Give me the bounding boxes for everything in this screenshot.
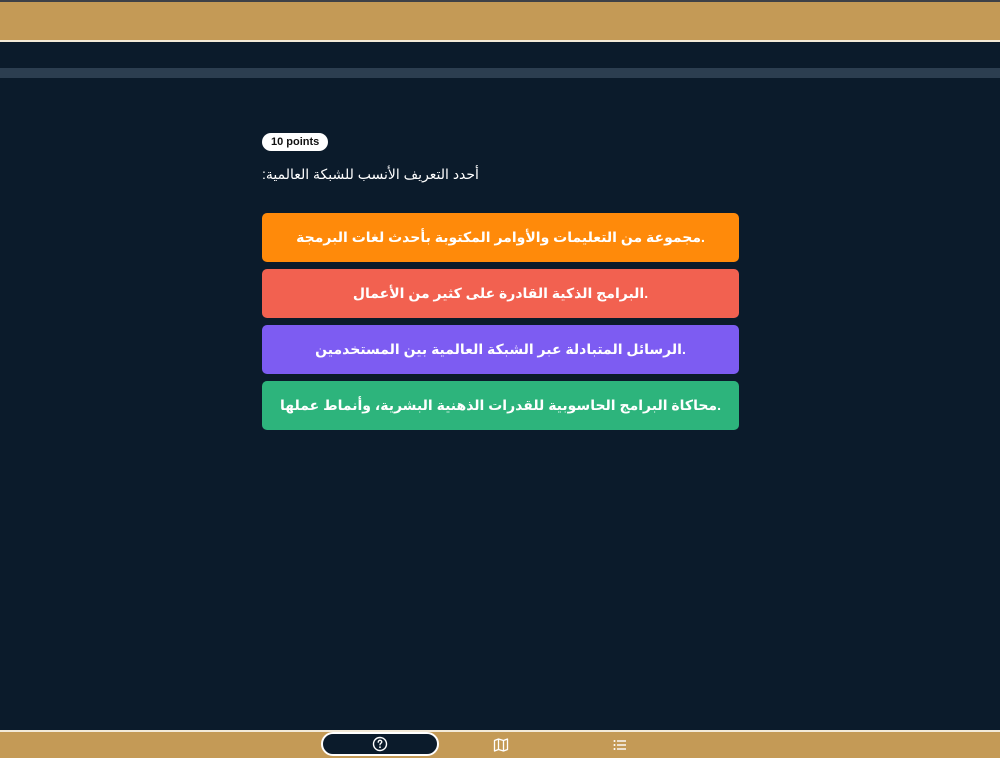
answer-option-3[interactable]: الرسائل المتبادلة عبر الشبكة العالمية بي… — [262, 325, 739, 374]
answer-option-1[interactable]: مجموعة من التعليمات والأوامر المكتوبة بأ… — [262, 213, 739, 262]
answer-option-2[interactable]: البرامج الذكية القادرة على كثير من الأعم… — [262, 269, 739, 318]
points-badge: 10 points — [262, 133, 329, 151]
answer-option-4[interactable]: محاكاة البرامج الحاسوبية للقدرات الذهنية… — [262, 381, 739, 430]
question-circle-icon — [372, 736, 388, 752]
help-button[interactable] — [321, 732, 439, 756]
progress-track — [0, 68, 1000, 78]
top-frame-bar — [0, 0, 1000, 42]
quiz-page: 10 points :أحدد التعريف الأنسب للشبكة ال… — [0, 0, 1000, 758]
list-button[interactable] — [611, 736, 629, 754]
question-prompt: :أحدد التعريف الأنسب للشبكة العالمية — [262, 166, 479, 182]
question-area: 10 points :أحدد التعريف الأنسب للشبكة ال… — [262, 132, 739, 430]
map-button[interactable] — [492, 736, 510, 754]
map-icon — [493, 738, 509, 752]
bottom-toolbar — [0, 730, 1000, 758]
list-icon — [613, 740, 626, 750]
answer-options: مجموعة من التعليمات والأوامر المكتوبة بأ… — [262, 213, 739, 437]
